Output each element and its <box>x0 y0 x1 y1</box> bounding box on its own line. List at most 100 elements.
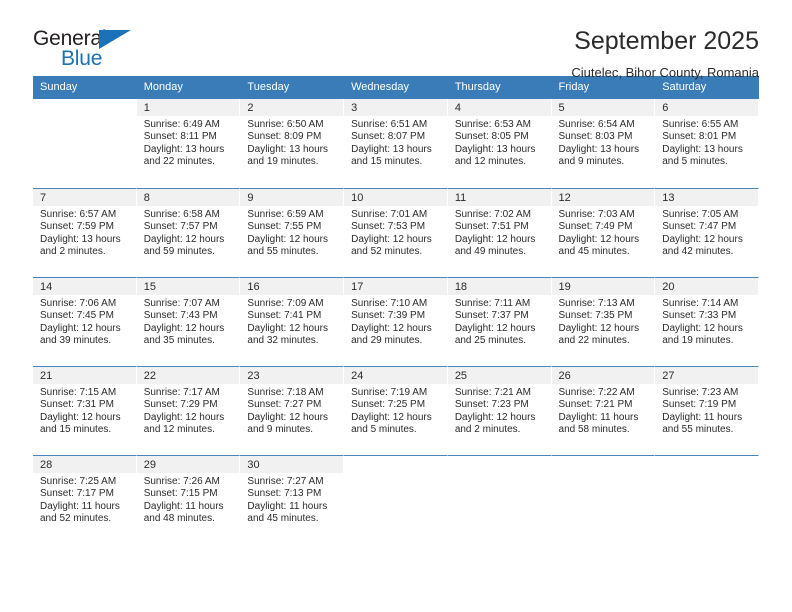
sunrise-text: Sunrise: 7:18 AM <box>247 387 324 398</box>
calendar-cell: 20 Sunrise: 7:14 AM Sunset: 7:33 PM Dayligh… <box>655 277 759 366</box>
calendar-cell: 12 Sunrise: 7:03 AM Sunset: 7:49 PM Dayligh… <box>551 188 656 277</box>
day-number: 3 <box>344 99 447 116</box>
sunset-text: Sunset: 7:45 PM <box>40 310 114 322</box>
day-number: 16 <box>240 278 344 295</box>
sunrise-text: Sunrise: 7:19 AM <box>351 387 428 398</box>
day-cell[interactable]: 12 Sunrise: 7:03 AM Sunset: 7:49 PM Dayligh… <box>551 188 656 277</box>
sunset-text: Sunset: 7:39 PM <box>351 310 426 322</box>
calendar-cell: 29 Sunrise: 7:26 AM Sunset: 7:15 PM Dayligh… <box>136 455 241 544</box>
day-details: Sunrise: 7:19 AM Sunset: 7:25 PM Daylight:… <box>344 384 447 437</box>
day-details: Sunrise: 7:07 AM Sunset: 7:43 PM Daylight:… <box>137 295 240 348</box>
day-cell[interactable]: 24 Sunrise: 7:19 AM Sunset: 7:25 PM Dayligh… <box>344 366 448 455</box>
day-cell[interactable]: 5 Sunrise: 6:54 AM Sunset: 8:03 PM Daylight… <box>551 99 656 188</box>
day-cell[interactable]: 16 Sunrise: 7:09 AM Sunset: 7:41 PM Dayligh… <box>240 277 345 366</box>
generalblue-logo[interactable]: General Blue <box>33 26 138 72</box>
day-number: 23 <box>240 367 344 384</box>
page-header: General Blue September 2025 Ciutelec, Bi… <box>33 0 759 80</box>
day-number: 14 <box>33 278 136 295</box>
day-number: 19 <box>551 278 655 295</box>
calendar-week-row: 21 Sunrise: 7:15 AM Sunset: 7:31 PM Dayligh… <box>33 366 759 455</box>
day-cell[interactable]: 18 Sunrise: 7:11 AM Sunset: 7:37 PM Dayligh… <box>447 277 552 366</box>
sunrise-text: Sunrise: 6:58 AM <box>143 209 220 220</box>
calendar-cell: 10 Sunrise: 7:01 AM Sunset: 7:53 PM Dayligh… <box>344 188 448 277</box>
sunset-text: Sunset: 8:05 PM <box>454 131 529 143</box>
day-cell[interactable]: 7 Sunrise: 6:57 AM Sunset: 7:59 PM Daylight… <box>33 188 137 277</box>
day-details: Sunrise: 7:21 AM Sunset: 7:23 PM Daylight:… <box>448 384 551 437</box>
day-cell[interactable]: 2 Sunrise: 6:50 AM Sunset: 8:09 PM Daylight… <box>240 99 345 188</box>
day-cell[interactable]: 4 Sunrise: 6:53 AM Sunset: 8:05 PM Daylight… <box>447 99 552 188</box>
sunset-text: Sunset: 7:55 PM <box>247 221 322 233</box>
day-cell[interactable]: 28 Sunrise: 7:25 AM Sunset: 7:17 PM Dayligh… <box>33 455 137 544</box>
day-cell[interactable]: 22 Sunrise: 7:17 AM Sunset: 7:29 PM Dayligh… <box>136 366 241 455</box>
day-details: Sunrise: 7:26 AM Sunset: 7:15 PM Daylight:… <box>137 473 240 526</box>
sunrise-text: Sunrise: 7:13 AM <box>558 298 635 309</box>
day-details: Sunrise: 7:15 AM Sunset: 7:31 PM Daylight:… <box>33 384 136 437</box>
day-cell[interactable]: 3 Sunrise: 6:51 AM Sunset: 8:07 PM Daylight… <box>344 99 448 188</box>
calendar-cell: 24 Sunrise: 7:19 AM Sunset: 7:25 PM Dayligh… <box>344 366 448 455</box>
weekday-header-tuesday: Tuesday <box>240 76 345 99</box>
day-cell[interactable]: 10 Sunrise: 7:01 AM Sunset: 7:53 PM Dayligh… <box>344 188 448 277</box>
daylight-text: Daylight: 12 hours and 9 minutes. <box>247 411 329 436</box>
calendar-cell: 27 Sunrise: 7:23 AM Sunset: 7:19 PM Dayligh… <box>655 366 759 455</box>
sunrise-text: Sunrise: 7:07 AM <box>143 298 220 309</box>
day-cell[interactable]: 20 Sunrise: 7:14 AM Sunset: 7:33 PM Dayligh… <box>655 277 759 366</box>
day-cell[interactable]: 23 Sunrise: 7:18 AM Sunset: 7:27 PM Dayligh… <box>240 366 345 455</box>
day-cell[interactable]: 26 Sunrise: 7:22 AM Sunset: 7:21 PM Dayligh… <box>551 366 656 455</box>
calendar-body: 1 Sunrise: 6:49 AM Sunset: 8:11 PM Daylight… <box>33 99 759 544</box>
day-cell[interactable]: 11 Sunrise: 7:02 AM Sunset: 7:51 PM Dayligh… <box>447 188 552 277</box>
day-cell[interactable]: 30 Sunrise: 7:27 AM Sunset: 7:13 PM Dayligh… <box>240 455 345 544</box>
triangle-icon <box>99 30 131 49</box>
day-number <box>344 456 447 473</box>
sunset-text: Sunset: 7:25 PM <box>351 399 426 411</box>
day-cell[interactable]: 13 Sunrise: 7:05 AM Sunset: 7:47 PM Dayligh… <box>655 188 759 277</box>
day-number: 10 <box>344 189 447 206</box>
day-cell[interactable]: 29 Sunrise: 7:26 AM Sunset: 7:15 PM Dayligh… <box>136 455 241 544</box>
daylight-text: Daylight: 13 hours and 22 minutes. <box>143 143 225 168</box>
daylight-text: Daylight: 12 hours and 2 minutes. <box>454 411 536 436</box>
day-cell[interactable]: 6 Sunrise: 6:55 AM Sunset: 8:01 PM Daylight… <box>655 99 759 188</box>
day-cell[interactable]: 17 Sunrise: 7:10 AM Sunset: 7:39 PM Dayligh… <box>344 277 448 366</box>
sunrise-text: Sunrise: 7:09 AM <box>247 298 324 309</box>
day-number: 7 <box>33 189 136 206</box>
calendar-cell: 30 Sunrise: 7:27 AM Sunset: 7:13 PM Dayligh… <box>240 455 345 544</box>
day-cell[interactable]: 15 Sunrise: 7:07 AM Sunset: 7:43 PM Dayligh… <box>136 277 241 366</box>
day-cell[interactable]: 27 Sunrise: 7:23 AM Sunset: 7:19 PM Dayligh… <box>655 366 759 455</box>
daylight-text: Daylight: 13 hours and 12 minutes. <box>454 143 536 168</box>
calendar-cell: 18 Sunrise: 7:11 AM Sunset: 7:37 PM Dayligh… <box>447 277 552 366</box>
day-cell[interactable]: 8 Sunrise: 6:58 AM Sunset: 7:57 PM Daylight… <box>136 188 241 277</box>
sunset-text: Sunset: 7:51 PM <box>454 221 529 233</box>
day-number: 27 <box>655 367 758 384</box>
daylight-text: Daylight: 12 hours and 12 minutes. <box>143 411 225 436</box>
daylight-text: Daylight: 12 hours and 25 minutes. <box>454 322 536 347</box>
sunrise-text: Sunrise: 7:02 AM <box>454 209 531 220</box>
sunset-text: Sunset: 8:11 PM <box>143 131 217 143</box>
weekday-header-thursday: Thursday <box>447 76 552 99</box>
daylight-text: Daylight: 11 hours and 48 minutes. <box>143 500 224 525</box>
day-number: 29 <box>136 456 240 473</box>
daylight-text: Daylight: 12 hours and 15 minutes. <box>40 411 121 436</box>
daylight-text: Daylight: 13 hours and 19 minutes. <box>247 143 329 168</box>
calendar-cell: 28 Sunrise: 7:25 AM Sunset: 7:17 PM Dayligh… <box>33 455 137 544</box>
day-cell[interactable]: 14 Sunrise: 7:06 AM Sunset: 7:45 PM Dayligh… <box>33 277 137 366</box>
daylight-text: Daylight: 12 hours and 45 minutes. <box>558 233 640 258</box>
sunrise-text: Sunrise: 6:59 AM <box>247 209 324 220</box>
day-cell[interactable]: 1 Sunrise: 6:49 AM Sunset: 8:11 PM Daylight… <box>136 99 241 188</box>
day-cell[interactable]: 9 Sunrise: 6:59 AM Sunset: 7:55 PM Daylight… <box>240 188 345 277</box>
day-details: Sunrise: 6:54 AM Sunset: 8:03 PM Daylight:… <box>552 116 655 169</box>
sunrise-text: Sunrise: 7:14 AM <box>662 298 739 309</box>
sunset-text: Sunset: 7:33 PM <box>662 310 737 322</box>
sunset-text: Sunset: 7:19 PM <box>662 399 737 411</box>
calendar-cell: 3 Sunrise: 6:51 AM Sunset: 8:07 PM Daylight… <box>344 99 448 188</box>
daylight-text: Daylight: 13 hours and 9 minutes. <box>558 143 640 168</box>
day-cell-empty <box>551 455 656 544</box>
day-number: 18 <box>447 278 551 295</box>
daylight-text: Daylight: 12 hours and 19 minutes. <box>662 322 743 347</box>
day-cell[interactable]: 25 Sunrise: 7:21 AM Sunset: 7:23 PM Dayligh… <box>447 366 552 455</box>
calendar-cell: 22 Sunrise: 7:17 AM Sunset: 7:29 PM Dayligh… <box>136 366 241 455</box>
day-cell[interactable]: 19 Sunrise: 7:13 AM Sunset: 7:35 PM Dayligh… <box>551 277 656 366</box>
day-number: 25 <box>447 367 551 384</box>
day-number: 1 <box>136 99 240 116</box>
day-cell[interactable]: 21 Sunrise: 7:15 AM Sunset: 7:31 PM Dayligh… <box>33 366 137 455</box>
day-number: 2 <box>240 99 344 116</box>
daylight-text: Daylight: 12 hours and 35 minutes. <box>143 322 225 347</box>
